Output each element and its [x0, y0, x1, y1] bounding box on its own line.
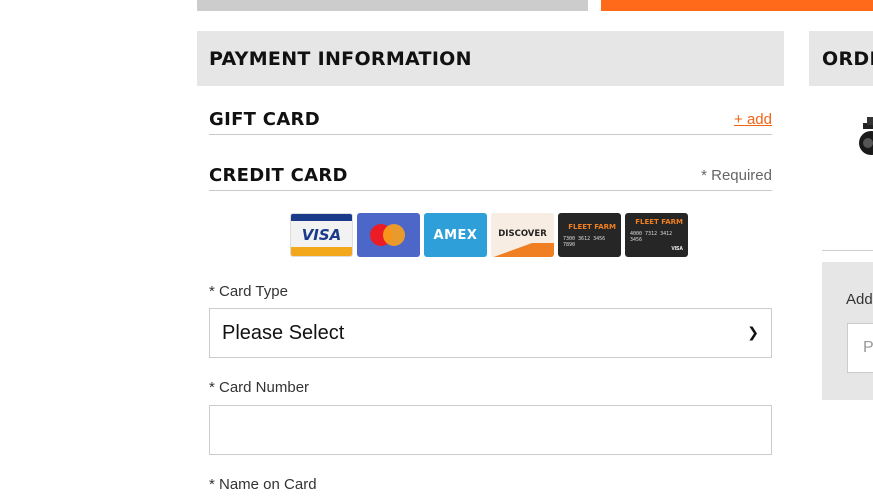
promo-code-label: Add Promo Code: [846, 291, 873, 308]
credit-card-section: CREDIT CARD * Required: [209, 165, 772, 191]
accepted-cards-row: VISA AMEX DISCOVER FLEET FARM 7300 3612 …: [290, 213, 688, 257]
farm-visa-card-logo: FLEET FARM 4000 7312 3412 3456 VISA: [625, 213, 688, 257]
add-gift-card-link[interactable]: + add: [734, 111, 772, 128]
amex-card-logo: AMEX: [424, 213, 487, 257]
required-note: * Required: [701, 167, 772, 184]
order-summary-header: ORDER SUMMARY: [809, 31, 873, 86]
visa-card-logo: VISA: [290, 213, 353, 257]
payment-panel-header: PAYMENT INFORMATION: [197, 31, 784, 86]
card-number-label: * Card Number: [209, 379, 310, 396]
order-divider: [822, 250, 873, 251]
gift-card-title: GIFT CARD: [209, 109, 320, 130]
farm-card-logo: FLEET FARM 7300 3612 3456 7890: [558, 213, 621, 257]
promo-code-input[interactable]: Promo Code: [847, 323, 873, 373]
gift-card-section: GIFT CARD + add: [209, 109, 772, 135]
product-thumbnail[interactable]: [853, 103, 873, 169]
order-summary-title: ORDER SUMMARY: [822, 47, 873, 70]
mastercard-card-logo: [357, 213, 420, 257]
order-summary-panel: ORDER SUMMARY Add Promo Code Promo Code: [809, 31, 873, 501]
payment-panel-title: PAYMENT INFORMATION: [209, 47, 472, 70]
card-type-selected-value: Please Select: [222, 321, 345, 344]
top-tab-orange[interactable]: [601, 0, 873, 11]
chevron-down-icon: ❯: [747, 325, 759, 341]
card-type-select[interactable]: Please Select ❯: [209, 308, 772, 358]
top-tab-gray[interactable]: [197, 0, 588, 11]
discover-card-logo: DISCOVER: [491, 213, 554, 257]
card-number-input[interactable]: [209, 405, 772, 455]
card-type-label: * Card Type: [209, 283, 288, 300]
credit-card-title: CREDIT CARD: [209, 165, 348, 186]
name-on-card-label: * Name on Card: [209, 476, 317, 493]
payment-information-panel: PAYMENT INFORMATION GIFT CARD + add CRED…: [197, 31, 784, 501]
